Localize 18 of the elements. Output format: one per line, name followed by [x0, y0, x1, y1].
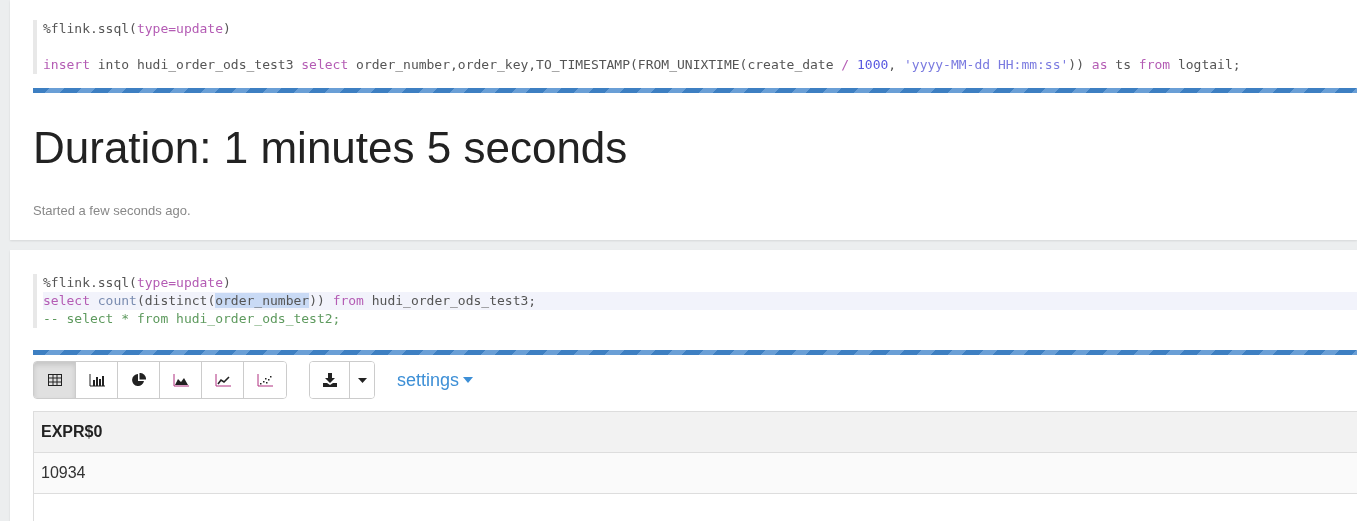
table-icon: [47, 374, 62, 386]
code-editor[interactable]: %flink.ssql(type=update) insert into hudi_order_ods_test3 select order_number,order_key,TO_TIMESTAMP(FROM_UNIXTIME(create_date / 1000, 'yyyy-MM-dd HH:mm:ss')) as ts from logtail;: [33, 20, 1357, 74]
duration-text: Duration: 1 minutes 5 seconds: [33, 123, 629, 173]
code-editor[interactable]: %flink.ssql(type=update) select count(distinct(order_number)) from hudi_order_ods_test3; -- select * from hudi_order_ods_test2;: [33, 274, 1357, 328]
download-icon: [322, 373, 337, 387]
caret-icon: [357, 377, 367, 383]
scatter-chart-icon: [257, 373, 273, 387]
pie-chart-icon: [131, 373, 146, 387]
caret-icon: [463, 377, 474, 383]
line-chart-icon: [214, 373, 231, 387]
area-chart-icon: [172, 373, 189, 387]
status-text: Started a few seconds ago.: [33, 203, 192, 220]
settings-link[interactable]: settings: [397, 369, 474, 391]
table-cell: 10934: [34, 453, 1357, 494]
column-header: EXPR$0: [34, 412, 1357, 453]
chart-type-button[interactable]: [34, 362, 76, 398]
download-button[interactable]: [310, 362, 350, 398]
bar-chart-icon: [88, 373, 105, 387]
